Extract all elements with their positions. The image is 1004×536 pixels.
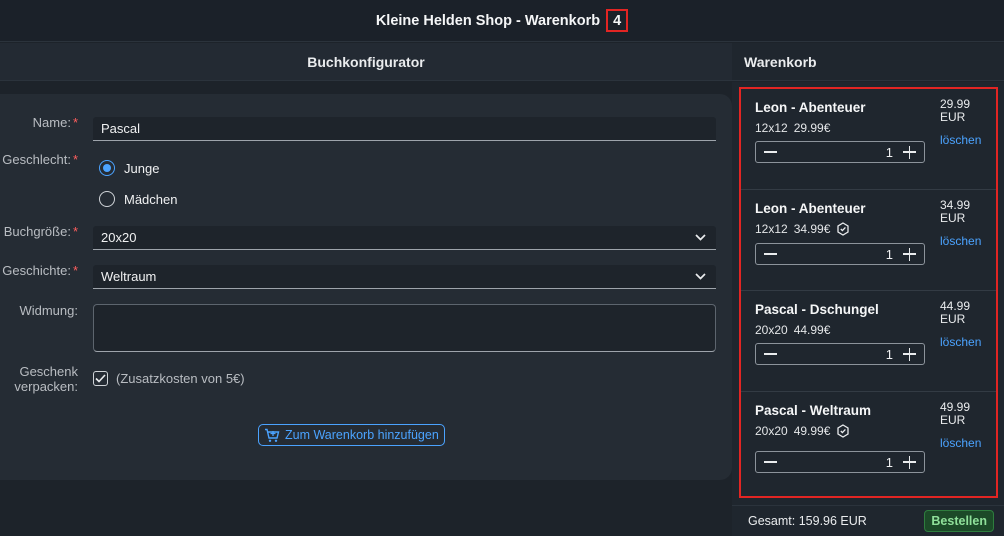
radio-junge-label: Junge	[124, 160, 160, 176]
radio-checked-icon	[99, 160, 115, 176]
gift-label: Geschenk verpacken:	[14, 364, 78, 394]
story-label: Geschichte: *	[2, 263, 78, 278]
dedication-textarea[interactable]	[93, 304, 716, 352]
size-label: Buchgröße: *	[3, 224, 78, 239]
radio-unchecked-icon	[99, 191, 115, 207]
configurator-header: Buchkonfigurator	[0, 43, 732, 81]
app-title: Kleine Helden Shop - Warenkorb	[375, 12, 601, 29]
gender-label: Geschlecht: *	[2, 152, 78, 167]
cart-total: Gesamt: 159.96 EUR	[748, 514, 867, 528]
size-select-value: 20x20	[101, 230, 137, 245]
cart-header: Warenkorb	[732, 43, 1004, 81]
cart-add-icon	[265, 428, 280, 442]
cart-highlight-frame	[739, 87, 998, 498]
size-select[interactable]: 20x20	[93, 226, 716, 250]
chevron-down-icon	[695, 234, 706, 241]
order-button[interactable]: Bestellen	[924, 510, 994, 532]
name-input[interactable]: Pascal	[93, 117, 716, 141]
title-bar: Kleine Helden Shop - Warenkorb 4	[0, 0, 1004, 42]
name-label: Name: *	[32, 115, 78, 130]
radio-maedchen[interactable]: Mädchen	[99, 191, 177, 207]
add-to-cart-button[interactable]: Zum Warenkorb hinzufügen	[258, 424, 445, 446]
radio-maedchen-label: Mädchen	[124, 191, 178, 207]
checkbox-checked-icon[interactable]	[93, 371, 108, 386]
story-select[interactable]: Weltraum	[93, 265, 716, 289]
dedication-label: Widmung:	[19, 303, 78, 318]
radio-junge[interactable]: Junge	[99, 160, 159, 176]
add-to-cart-label: Zum Warenkorb hinzufügen	[285, 428, 439, 442]
gift-checkbox-row[interactable]: (Zusatzkosten von 5€)	[93, 371, 245, 386]
gift-checkbox-label: (Zusatzkosten von 5€)	[116, 371, 245, 386]
cart-footer: Gesamt: 159.96 EUR Bestellen	[732, 505, 1004, 536]
story-select-value: Weltraum	[101, 269, 157, 284]
chevron-down-icon	[695, 273, 706, 280]
cart-count-badge: 4	[606, 9, 629, 32]
